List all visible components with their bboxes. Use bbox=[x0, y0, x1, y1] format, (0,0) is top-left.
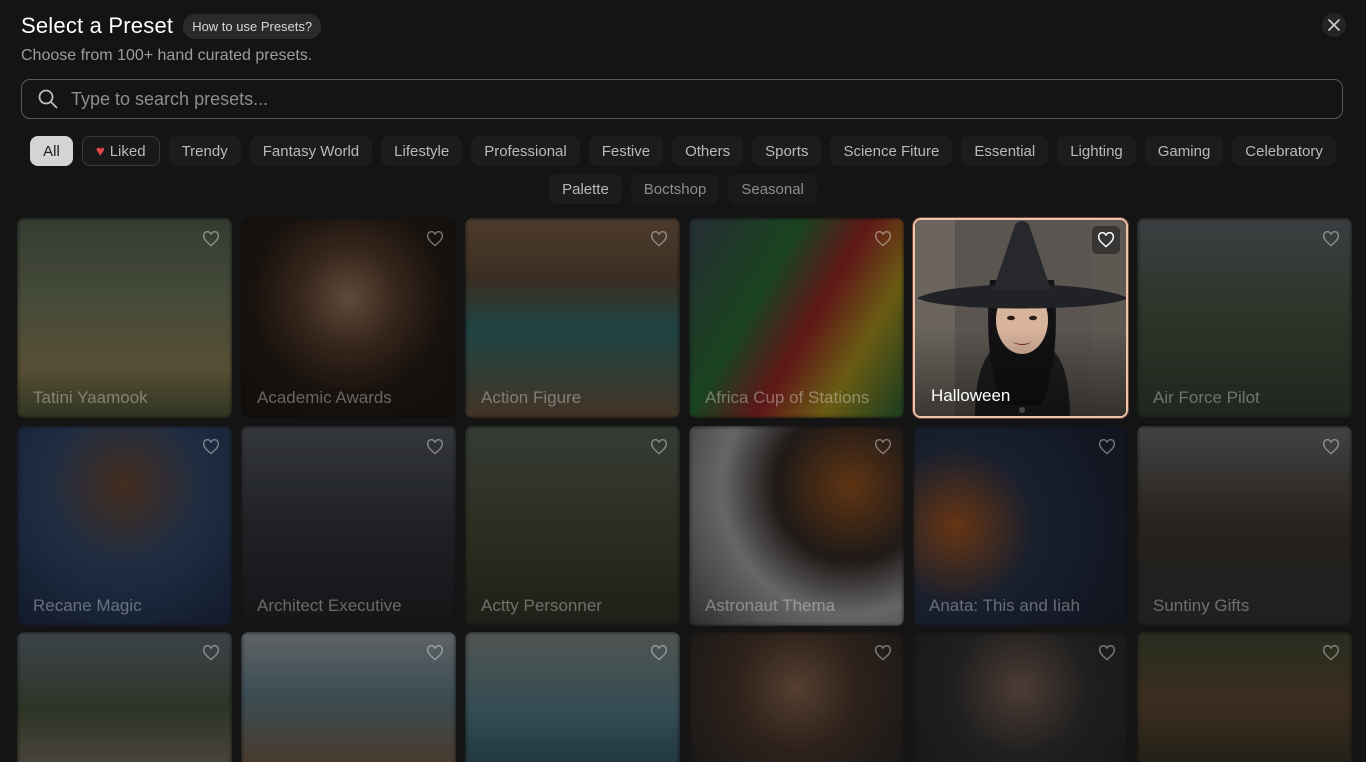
heart-outline-icon[interactable] bbox=[1096, 436, 1118, 458]
preset-grid: Tatini Yaamook Academic Awards Action Fi… bbox=[17, 218, 1352, 626]
heart-outline-icon[interactable] bbox=[872, 228, 894, 250]
heart-outline-icon[interactable] bbox=[648, 642, 670, 664]
filter-essential[interactable]: Essential bbox=[961, 136, 1049, 166]
preset-card[interactable] bbox=[17, 632, 232, 762]
preset-card[interactable] bbox=[1137, 632, 1352, 762]
preset-card[interactable]: Astronaut Thema bbox=[689, 426, 904, 626]
preset-name: Astronaut Thema bbox=[705, 596, 836, 615]
filter-all[interactable]: All bbox=[30, 136, 73, 166]
filter-fantasy-world[interactable]: Fantasy World bbox=[249, 136, 373, 166]
heart-outline-icon[interactable] bbox=[424, 436, 446, 458]
heart-outline-icon[interactable] bbox=[200, 436, 222, 458]
heart-outline-icon[interactable] bbox=[1320, 436, 1342, 458]
preset-name: Suntiny Gifts bbox=[1153, 596, 1250, 615]
preset-card[interactable]: Architect Executive bbox=[241, 426, 456, 626]
preset-name: Architect Executive bbox=[257, 596, 402, 615]
filter-lighting[interactable]: Lighting bbox=[1057, 136, 1136, 166]
preset-card[interactable] bbox=[241, 632, 456, 762]
filter-sports[interactable]: Sports bbox=[752, 136, 822, 166]
filter-seasonal[interactable]: Seasonal bbox=[728, 174, 817, 204]
close-icon bbox=[1328, 19, 1340, 31]
filter-liked-label: Liked bbox=[109, 142, 146, 160]
preset-name: Academic Awards bbox=[257, 388, 392, 407]
preset-card[interactable]: Tatini Yaamook bbox=[17, 218, 232, 418]
search-icon bbox=[38, 89, 58, 109]
heart-filled-icon: ♥ bbox=[95, 142, 105, 160]
preset-card[interactable]: Suntiny Gifts bbox=[1137, 426, 1352, 626]
preset-card[interactable]: Action Figure bbox=[465, 218, 680, 418]
heart-outline-icon[interactable] bbox=[648, 436, 670, 458]
close-button[interactable] bbox=[1322, 13, 1346, 37]
preset-card[interactable]: Academic Awards bbox=[241, 218, 456, 418]
preset-name: Halloween bbox=[931, 386, 1011, 405]
preset-name: Tatini Yaamook bbox=[33, 388, 148, 407]
heart-outline-icon[interactable] bbox=[1096, 642, 1118, 664]
preset-name: Africa Cup of Stations bbox=[705, 388, 870, 407]
heart-outline-icon[interactable] bbox=[200, 228, 222, 250]
filter-others[interactable]: Others bbox=[672, 136, 744, 166]
heart-outline-icon[interactable] bbox=[424, 642, 446, 664]
header: Select a Preset How to use Presets? bbox=[21, 13, 322, 39]
filter-science-fiture[interactable]: Science Fiture bbox=[830, 136, 953, 166]
preset-card[interactable]: Air Force Pilot bbox=[1137, 218, 1352, 418]
heart-outline-icon[interactable] bbox=[872, 436, 894, 458]
preset-card[interactable] bbox=[689, 632, 904, 762]
filter-lifestyle[interactable]: Lifestyle bbox=[381, 136, 463, 166]
preset-name: Air Force Pilot bbox=[1153, 388, 1260, 407]
preset-name: Recane Magic bbox=[33, 596, 142, 615]
preset-card[interactable]: Actty Personner bbox=[465, 426, 680, 626]
preset-card[interactable] bbox=[913, 632, 1128, 762]
filter-trendy[interactable]: Trendy bbox=[168, 136, 241, 166]
page-subtitle: Choose from 100+ hand curated presets. bbox=[21, 47, 313, 64]
filter-professional[interactable]: Professional bbox=[471, 136, 580, 166]
preset-card[interactable]: Anata: This and Iiah bbox=[913, 426, 1128, 626]
preset-name: Anata: This and Iiah bbox=[929, 596, 1080, 615]
heart-outline-icon[interactable] bbox=[1092, 226, 1120, 254]
preset-grid-row3 bbox=[17, 632, 1352, 762]
filter-gaming[interactable]: Gaming bbox=[1144, 136, 1224, 166]
preset-name: Action Figure bbox=[481, 388, 582, 407]
search-bar bbox=[21, 79, 1343, 119]
preset-name: Actty Personner bbox=[481, 596, 602, 615]
heart-outline-icon[interactable] bbox=[648, 228, 670, 250]
preset-card[interactable]: Africa Cup of Stations bbox=[689, 218, 904, 418]
preset-card[interactable]: Recane Magic bbox=[17, 426, 232, 626]
heart-outline-icon[interactable] bbox=[1320, 228, 1342, 250]
preset-card[interactable] bbox=[465, 632, 680, 762]
filter-festive[interactable]: Festive bbox=[588, 136, 664, 166]
search-input[interactable] bbox=[71, 88, 1271, 110]
how-to-use-presets-button[interactable]: How to use Presets? bbox=[183, 13, 322, 39]
heart-outline-icon[interactable] bbox=[200, 642, 222, 664]
heart-outline-icon[interactable] bbox=[424, 228, 446, 250]
page-title: Select a Preset bbox=[21, 13, 174, 38]
filter-boctshop[interactable]: Boctshop bbox=[630, 174, 720, 204]
filter-liked[interactable]: ♥ Liked bbox=[81, 136, 160, 166]
heart-outline-icon[interactable] bbox=[1320, 642, 1342, 664]
filter-palette[interactable]: Palette bbox=[549, 174, 622, 204]
filter-celebratory[interactable]: Celebratory bbox=[1232, 136, 1336, 166]
heart-outline-icon[interactable] bbox=[872, 642, 894, 664]
preset-card-selected[interactable]: Halloween bbox=[913, 218, 1128, 418]
category-filters: All ♥ Liked Trendy Fantasy World Lifesty… bbox=[21, 136, 1345, 204]
